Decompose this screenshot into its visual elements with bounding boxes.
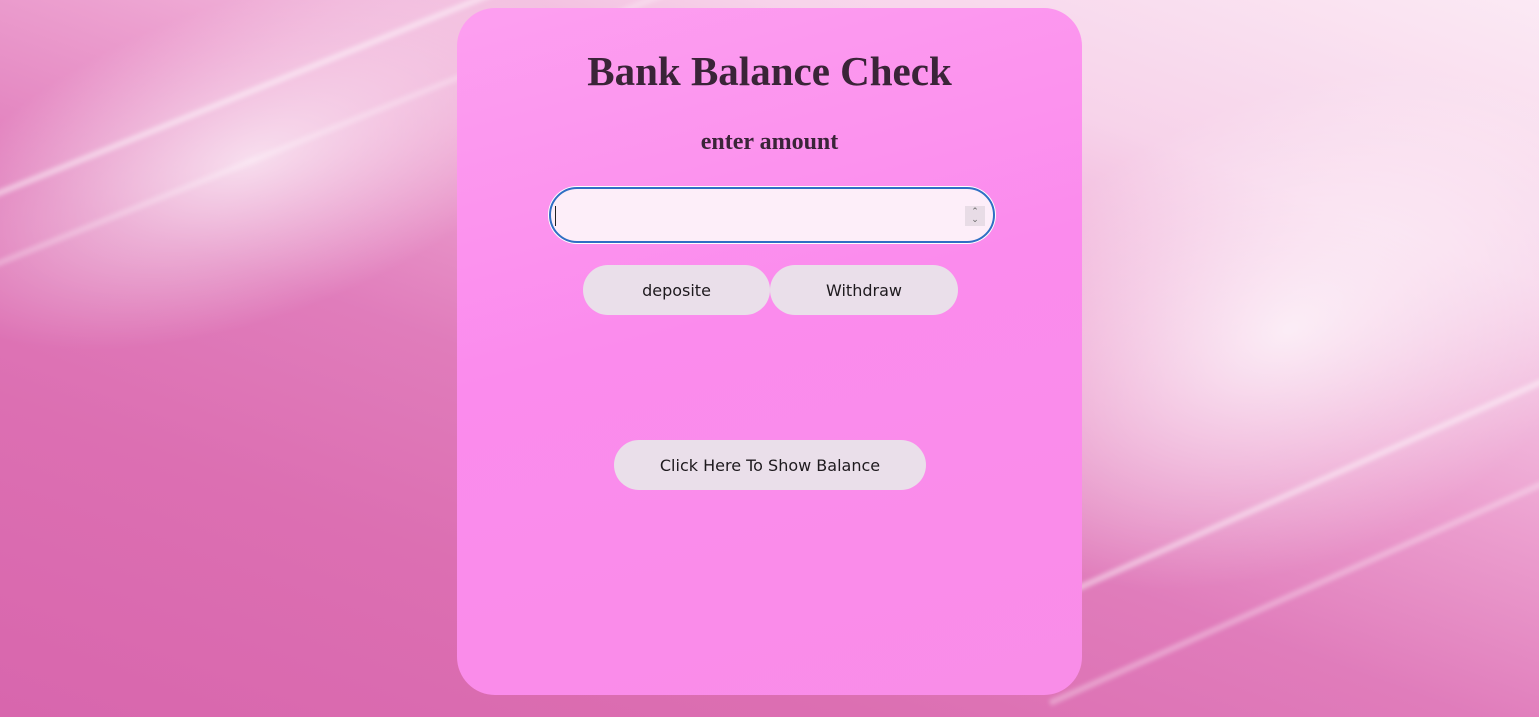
show-balance-button[interactable]: Click Here To Show Balance (614, 440, 926, 490)
chevron-down-icon[interactable]: ⌄ (971, 216, 979, 225)
withdraw-button[interactable]: Withdraw (770, 265, 958, 315)
page-title: Bank Balance Check (587, 48, 952, 94)
amount-label: enter amount (700, 129, 839, 155)
balance-card: Bank Balance Check enter amount ⌃ ⌄ depo… (457, 8, 1082, 695)
deposit-button[interactable]: deposite (583, 265, 770, 315)
background-streak (1048, 130, 1539, 706)
number-spinner[interactable]: ⌃ ⌄ (965, 206, 985, 226)
amount-field[interactable]: ⌃ ⌄ (549, 187, 995, 243)
amount-input[interactable] (555, 193, 973, 237)
text-caret (555, 206, 556, 226)
